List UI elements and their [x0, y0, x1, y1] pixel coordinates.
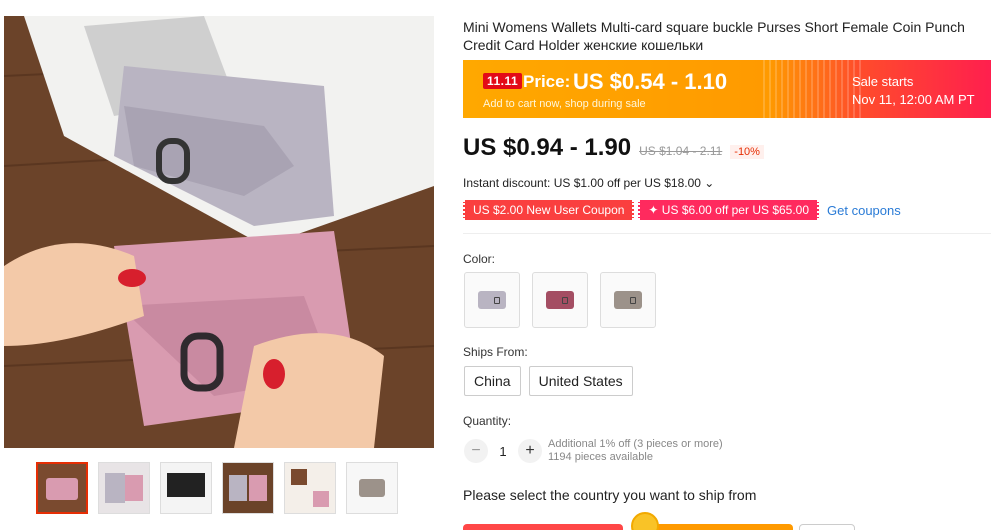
ship-option-china[interactable]: China — [464, 366, 521, 396]
color-option-taupe[interactable] — [600, 272, 656, 328]
product-main-image[interactable] — [4, 16, 434, 448]
product-title: Mini Womens Wallets Multi-card square bu… — [463, 19, 965, 53]
get-coupons-link[interactable]: Get coupons — [827, 203, 901, 218]
price-row: US $0.94 - 1.90 US $1.04 - 2.11 -10% — [463, 134, 764, 162]
stock-note: 1194 pieces available — [548, 451, 653, 463]
color-options — [464, 272, 656, 328]
color-option-rose[interactable] — [532, 272, 588, 328]
quantity-value[interactable]: 1 — [488, 444, 518, 459]
sale-subtext: Add to cart now, shop during sale — [483, 98, 646, 110]
quantity-note: Additional 1% off (3 pieces or more) 119… — [548, 438, 723, 464]
quantity-label: Quantity: — [463, 414, 512, 428]
ships-from-options: China United States — [464, 366, 633, 396]
action-buttons — [463, 512, 991, 530]
wallet-photo-icon — [4, 16, 434, 448]
color-label: Color: — [463, 252, 496, 266]
thumbnail-1[interactable] — [36, 462, 88, 514]
buy-now-button[interactable] — [463, 524, 623, 530]
ship-option-united-states[interactable]: United States — [528, 366, 633, 396]
original-price: US $1.04 - 2.11 — [639, 144, 723, 158]
increase-button[interactable]: + — [518, 439, 542, 463]
thumbnail-3[interactable] — [160, 462, 212, 514]
ship-country-prompt: Please select the country you want to sh… — [463, 487, 757, 503]
coupon-row: US $2.00 New User Coupon ✦ US $6.00 off … — [463, 200, 901, 220]
instant-discount[interactable]: Instant discount: US $1.00 off per US $1… — [463, 176, 714, 190]
sale-banner: 11.11 Price: US $0.54 - 1.10 Add to cart… — [463, 60, 991, 118]
new-user-coupon[interactable]: US $2.00 New User Coupon — [463, 200, 635, 220]
thumbnail-strip — [36, 462, 398, 514]
coin-icon — [631, 512, 659, 530]
sale-starts-time: Nov 11, 12:00 AM PT — [852, 92, 975, 107]
current-price: US $0.94 - 1.90 — [463, 134, 632, 161]
sale-badge: 11.11 — [483, 73, 523, 89]
quantity-stepper: − 1 + Additional 1% off (3 pieces or mor… — [464, 438, 723, 464]
rose-icon — [546, 291, 574, 309]
banner-decoration — [763, 60, 863, 118]
ships-from-label: Ships From: — [463, 345, 528, 359]
decrease-button[interactable]: − — [464, 439, 488, 463]
gray-icon — [478, 291, 506, 309]
bulk-discount-note: Additional 1% off (3 pieces or more) — [548, 438, 723, 450]
sale-price: US $0.54 - 1.10 — [573, 69, 728, 94]
sale-starts: Sale starts Nov 11, 12:00 AM PT — [852, 73, 975, 109]
thumbnail-2[interactable] — [98, 462, 150, 514]
thumbnail-4[interactable] — [222, 462, 274, 514]
divider — [463, 233, 991, 234]
sale-starts-label: Sale starts — [852, 74, 914, 89]
color-option-gray[interactable] — [464, 272, 520, 328]
store-coupon[interactable]: ✦ US $6.00 off per US $65.00 — [638, 200, 820, 220]
thumbnail-6[interactable] — [346, 462, 398, 514]
wishlist-button[interactable] — [799, 524, 855, 530]
thumbnail-5[interactable] — [284, 462, 336, 514]
sale-price-label: Price: — [523, 72, 571, 91]
taupe-icon — [614, 291, 642, 309]
discount-badge: -10% — [730, 145, 764, 159]
